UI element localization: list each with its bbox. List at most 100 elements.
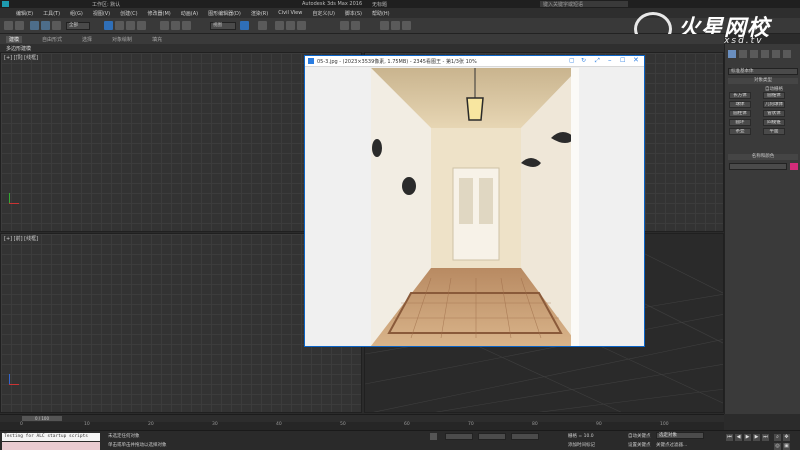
z-coordinate-field[interactable] — [511, 433, 539, 440]
tab-modeling[interactable]: 建模 — [6, 35, 23, 43]
menu-rendering[interactable]: 渲染(R) — [251, 10, 268, 17]
image-viewer-window[interactable]: 05-3.jpg - (2023×3539像素, 1.75MB) - 2345看… — [304, 55, 645, 347]
tube-button[interactable]: 管状体 — [763, 110, 785, 117]
viewer-pin-icon[interactable]: ▢ — [569, 57, 575, 64]
rotate-icon[interactable] — [171, 21, 180, 30]
create-tab-icon[interactable] — [728, 50, 736, 58]
tab-populate[interactable]: 填充 — [152, 36, 162, 43]
menu-create[interactable]: 创建(C) — [120, 10, 137, 17]
timeline[interactable]: 0 / 100 0 10 20 30 40 50 60 70 80 90 100 — [0, 414, 724, 430]
orbit-icon[interactable]: ◎ — [774, 443, 781, 450]
select-manipulate-icon[interactable] — [258, 21, 267, 30]
geosphere-button[interactable]: 几何球体 — [763, 101, 785, 108]
modify-tab-icon[interactable] — [739, 50, 747, 58]
cylinder-button[interactable]: 圆柱体 — [729, 110, 751, 117]
pan-icon[interactable]: ✥ — [783, 434, 790, 441]
torus-button[interactable]: 圆环 — [729, 119, 751, 126]
select-by-name-icon[interactable] — [115, 21, 124, 30]
set-key-button[interactable]: 设置关键点 — [628, 442, 651, 448]
key-mode-dropdown[interactable]: 选定对象 — [656, 432, 704, 439]
pyramid-button[interactable]: 四棱锥 — [763, 119, 785, 126]
menu-group[interactable]: 组(G) — [70, 10, 83, 17]
auto-key-button[interactable]: 自动关键点 — [628, 433, 651, 439]
maximize-viewport-icon[interactable]: ▣ — [783, 443, 790, 450]
viewer-title-bar[interactable]: 05-3.jpg - (2023×3539像素, 1.75MB) - 2345看… — [305, 56, 644, 67]
menu-edit[interactable]: 编辑(E) — [16, 10, 33, 17]
percent-snap-icon[interactable] — [297, 21, 306, 30]
unlink-icon[interactable] — [41, 21, 50, 30]
key-filters-button[interactable]: 关键点过滤器... — [656, 442, 687, 448]
viewport-top-label[interactable]: [+] [顶] [线框] — [4, 54, 38, 61]
pivot-center-icon[interactable] — [240, 21, 249, 30]
menu-civil-view[interactable]: Civil View — [278, 10, 302, 16]
rectangular-selection-icon[interactable] — [126, 21, 135, 30]
add-time-tag[interactable]: 添加时间标记 — [568, 442, 595, 448]
viewer-fullscreen-icon[interactable]: ⤢ — [595, 57, 600, 65]
cone-button[interactable]: 圆锥体 — [763, 92, 785, 99]
redo-icon[interactable] — [15, 21, 24, 30]
object-color-swatch[interactable] — [790, 163, 798, 170]
app-logo-icon[interactable] — [2, 1, 9, 7]
utilities-tab-icon[interactable] — [783, 50, 791, 58]
maxscript-output[interactable] — [2, 442, 100, 450]
tab-selection[interactable]: 选择 — [82, 36, 92, 43]
viewer-close-icon[interactable]: ✕ — [633, 56, 639, 64]
tab-object-paint[interactable]: 对象绘制 — [112, 36, 132, 43]
lock-selection-icon[interactable] — [430, 433, 437, 440]
menu-animation[interactable]: 动画(A) — [181, 10, 198, 17]
workspace-label[interactable]: 工作区: 默认 — [92, 1, 120, 8]
menu-customize[interactable]: 自定义(U) — [312, 10, 335, 17]
y-coordinate-field[interactable] — [478, 433, 506, 440]
reference-coordinate-dropdown[interactable]: 视图 — [210, 22, 236, 30]
material-editor-icon[interactable] — [380, 21, 389, 30]
zoom-icon[interactable]: ⌕ — [774, 434, 781, 441]
time-slider[interactable]: 0 / 100 — [22, 416, 62, 421]
scale-icon[interactable] — [182, 21, 191, 30]
plane-button[interactable]: 平面 — [763, 128, 785, 135]
snaps-toggle-icon[interactable] — [275, 21, 284, 30]
motion-tab-icon[interactable] — [761, 50, 769, 58]
sphere-button[interactable]: 球体 — [729, 101, 751, 108]
menu-modifiers[interactable]: 修改器(M) — [148, 10, 171, 17]
viewer-maximize-icon[interactable]: ☐ — [620, 57, 625, 64]
render-setup-icon[interactable] — [391, 21, 400, 30]
object-name-input[interactable] — [729, 163, 787, 170]
viewer-rotate-icon[interactable]: ↻ — [581, 57, 586, 64]
move-icon[interactable] — [160, 21, 169, 30]
display-tab-icon[interactable] — [772, 50, 780, 58]
select-object-icon[interactable] — [104, 21, 113, 30]
next-frame-icon[interactable]: ▶ — [753, 434, 760, 441]
viewer-minimize-icon[interactable]: – — [608, 56, 612, 64]
hierarchy-tab-icon[interactable] — [750, 50, 758, 58]
box-button[interactable]: 长方体 — [729, 92, 751, 99]
maxscript-listener[interactable]: Testing for ALC startup scripts — [2, 433, 100, 441]
angle-snap-icon[interactable] — [286, 21, 295, 30]
viewport-left-label[interactable]: [+] [前] [线框] — [4, 235, 38, 242]
tab-freeform[interactable]: 自由形式 — [42, 36, 62, 43]
menu-scripting[interactable]: 脚本(S) — [345, 10, 362, 17]
name-color-rollout[interactable]: 名称和颜色 — [728, 154, 798, 160]
menu-graph-editors[interactable]: 图形编辑器(D) — [208, 10, 241, 17]
track-bar[interactable]: 0 10 20 30 40 50 60 70 80 90 100 — [0, 422, 724, 430]
selection-filter-dropdown[interactable]: 全部 — [66, 22, 90, 30]
align-icon[interactable] — [351, 21, 360, 30]
search-input[interactable]: 键入关键字或短语 — [543, 1, 583, 8]
teapot-button[interactable]: 茶壶 — [729, 128, 751, 135]
previous-frame-icon[interactable]: ◀ — [735, 434, 742, 441]
play-icon[interactable]: ▶ — [744, 434, 751, 441]
primitive-type-dropdown[interactable]: 标准基本体 — [728, 68, 798, 75]
render-icon[interactable] — [402, 21, 411, 30]
polygon-modeling-label[interactable]: 多边形建模 — [6, 45, 31, 52]
x-coordinate-field[interactable] — [445, 433, 473, 440]
mirror-icon[interactable] — [340, 21, 349, 30]
undo-icon[interactable] — [4, 21, 13, 30]
link-icon[interactable] — [30, 21, 39, 30]
object-type-rollout[interactable]: 对象类型 — [728, 78, 798, 84]
go-to-end-icon[interactable]: ⏭ — [762, 434, 769, 441]
menu-tools[interactable]: 工具(T) — [43, 10, 60, 17]
menu-views[interactable]: 视图(V) — [93, 10, 110, 17]
window-crossing-icon[interactable] — [137, 21, 146, 30]
bind-space-warp-icon[interactable] — [52, 21, 61, 30]
search-box[interactable]: 键入关键字或短语 — [540, 1, 628, 8]
go-to-start-icon[interactable]: ⏮ — [726, 434, 733, 441]
